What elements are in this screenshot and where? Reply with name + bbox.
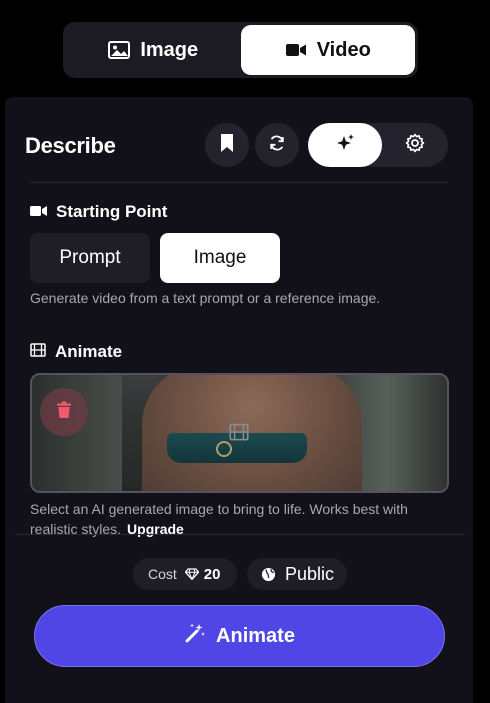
film-icon xyxy=(30,342,46,362)
globe-icon xyxy=(261,567,276,582)
video-camera-icon xyxy=(285,42,307,58)
bookmark-button[interactable] xyxy=(205,123,249,167)
magic-wand-icon xyxy=(184,622,206,650)
image-icon xyxy=(108,41,131,59)
footer-divider xyxy=(15,534,465,535)
header-divider xyxy=(30,182,448,183)
cost-value: 20 xyxy=(203,565,221,583)
film-icon xyxy=(229,423,249,446)
animate-help: Select an AI generated image to bring to… xyxy=(30,499,450,539)
starting-point-help: Generate video from a text prompt or a r… xyxy=(30,290,381,306)
video-camera-icon xyxy=(30,202,47,222)
settings-button[interactable] xyxy=(382,123,448,167)
tab-video-label: Video xyxy=(316,38,371,61)
animate-title: Animate xyxy=(55,342,123,361)
starting-point-title: Starting Point xyxy=(56,202,168,221)
app-root: Image Video Describe Starting Point Prom… xyxy=(0,0,490,703)
bookmark-icon xyxy=(219,133,235,158)
option-image[interactable]: Image xyxy=(160,233,280,283)
animate-button-label: Animate xyxy=(216,624,295,647)
visibility-label: Public xyxy=(285,563,335,584)
panel-title: Describe xyxy=(25,133,116,158)
tab-image-label: Image xyxy=(140,38,199,61)
starting-point-heading: Starting Point xyxy=(30,202,167,222)
cost-chip: Cost 20 xyxy=(133,558,237,590)
animate-heading: Animate xyxy=(30,342,122,362)
tab-image[interactable]: Image xyxy=(66,25,241,75)
mode-switch: Image Video xyxy=(63,22,418,78)
trash-icon xyxy=(56,401,72,424)
option-prompt[interactable]: Prompt xyxy=(30,233,150,283)
gear-icon xyxy=(405,133,425,158)
refresh-button[interactable] xyxy=(255,123,299,167)
tab-video[interactable]: Video xyxy=(240,25,415,75)
animate-help-text: Select an AI generated image to bring to… xyxy=(30,501,408,537)
sparkles-icon xyxy=(335,133,355,158)
gem-icon xyxy=(184,568,199,580)
magic-button[interactable] xyxy=(308,123,382,167)
animate-button[interactable]: Animate xyxy=(34,605,445,667)
delete-image-button[interactable] xyxy=(40,388,88,436)
selected-image-preview[interactable] xyxy=(30,373,449,493)
refresh-icon xyxy=(268,134,286,157)
visibility-toggle[interactable]: Public xyxy=(247,558,347,590)
cost-label: Cost xyxy=(148,566,177,582)
tool-toggle xyxy=(308,123,448,167)
